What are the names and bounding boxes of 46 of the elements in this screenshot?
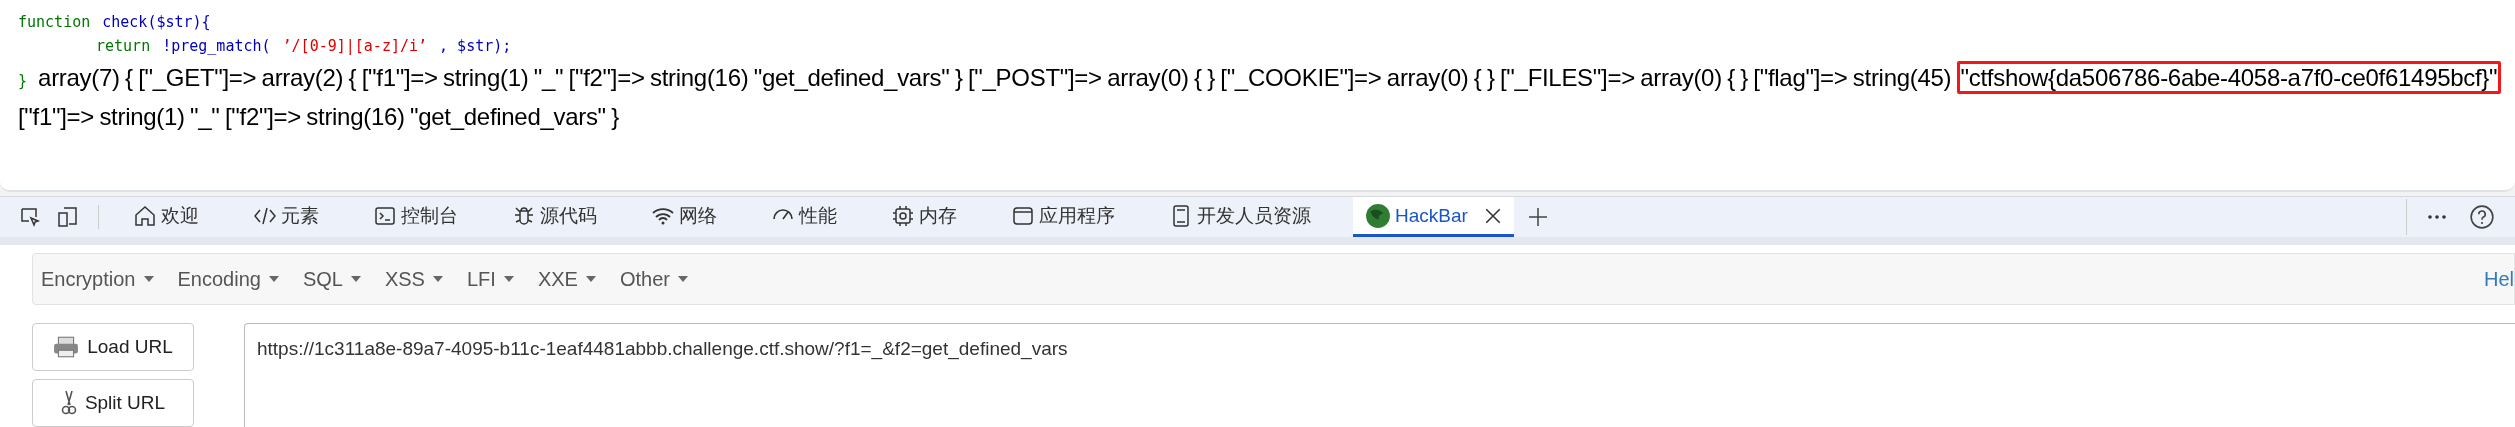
devtools-tab[interactable]: 网络 xyxy=(639,197,729,237)
devtools-tab[interactable]: 元素 xyxy=(241,197,331,237)
caret-icon xyxy=(503,276,514,282)
devtools-tab[interactable]: 内存 xyxy=(879,197,969,237)
inspect-icon[interactable] xyxy=(18,205,42,229)
code-token: return xyxy=(96,37,151,55)
caret-icon xyxy=(350,276,361,282)
devtools-tab[interactable]: 控制台 xyxy=(361,197,470,237)
caret-icon xyxy=(677,276,688,282)
code-token: , $str); xyxy=(439,37,512,55)
code-token: ’/[0-9]|[a-z]/i’ xyxy=(282,37,428,55)
devtools-tab[interactable]: HackBar xyxy=(1353,197,1514,237)
chip-icon xyxy=(891,203,915,228)
dropdown-menu[interactable]: XSS xyxy=(384,267,457,291)
dropdown-menu[interactable]: Other xyxy=(619,267,702,291)
help-link[interactable]: Hel xyxy=(2484,267,2514,291)
output-text: } array(7) { ["_GET"]=> array(2) { ["f1"]=> string(1) "_" ["f2"]=> string(16) "get_defined_vars" } ["_POST"]=> array(0) { } ["_COOKIE"]=> array(0) { } ["_FILES"]=> array(0) { } ["flag"]=> string(45) "ctfshow{da506786-6abe-4058-a7f0-ce0f61495bcf}" ["f1"]=> string(1) "_" ["f2"]=> string(16) "get_defined_vars" } xyxy=(18,64,2502,130)
close-icon[interactable] xyxy=(1483,206,1502,225)
code-token: function xyxy=(18,13,91,31)
dropdown-menu[interactable]: Encoding xyxy=(177,267,293,291)
devtools-tab[interactable]: 性能 xyxy=(759,197,849,237)
help-icon[interactable] xyxy=(2469,204,2495,230)
device-icon[interactable] xyxy=(56,205,80,229)
caret-icon xyxy=(143,276,154,282)
action-button[interactable]: Load URL xyxy=(32,323,194,371)
caret-icon xyxy=(585,276,596,282)
code-token: !preg_match( xyxy=(162,37,271,55)
devtools-tab[interactable]: 欢迎 xyxy=(121,197,211,237)
devtools-tab[interactable]: 开发人员资源 xyxy=(1157,197,1323,237)
devtools-tab[interactable]: 应用程序 xyxy=(999,197,1127,237)
printer-icon xyxy=(53,336,80,358)
caret-icon xyxy=(268,276,279,282)
devtools-tab[interactable]: 源代码 xyxy=(500,197,609,237)
dropdown-menu[interactable]: LFI xyxy=(466,267,528,291)
dropdown-menu[interactable]: SQL xyxy=(302,267,375,291)
dropdown-menu[interactable]: XXE xyxy=(537,267,610,291)
highlight-box: "ctfshow{da506786-6abe-4058-a7f0-ce0f61495bcf}" xyxy=(1956,61,2502,94)
code-token: check($str){ xyxy=(102,13,211,31)
caret-icon xyxy=(432,276,443,282)
action-button[interactable]: Split URL xyxy=(32,379,194,427)
globe-icon xyxy=(1365,202,1391,229)
url-field[interactable]: https://1c311a8e-89a7-4095-b11c-1eaf4481abbb.challenge.ctf.show/?f1=_&f2=get_defined_vars xyxy=(244,323,2515,427)
dropdown-menu[interactable]: Encryption xyxy=(41,267,168,291)
add-tab-icon[interactable] xyxy=(1527,207,1548,227)
scissors-icon xyxy=(60,390,77,416)
home-icon xyxy=(133,203,157,228)
